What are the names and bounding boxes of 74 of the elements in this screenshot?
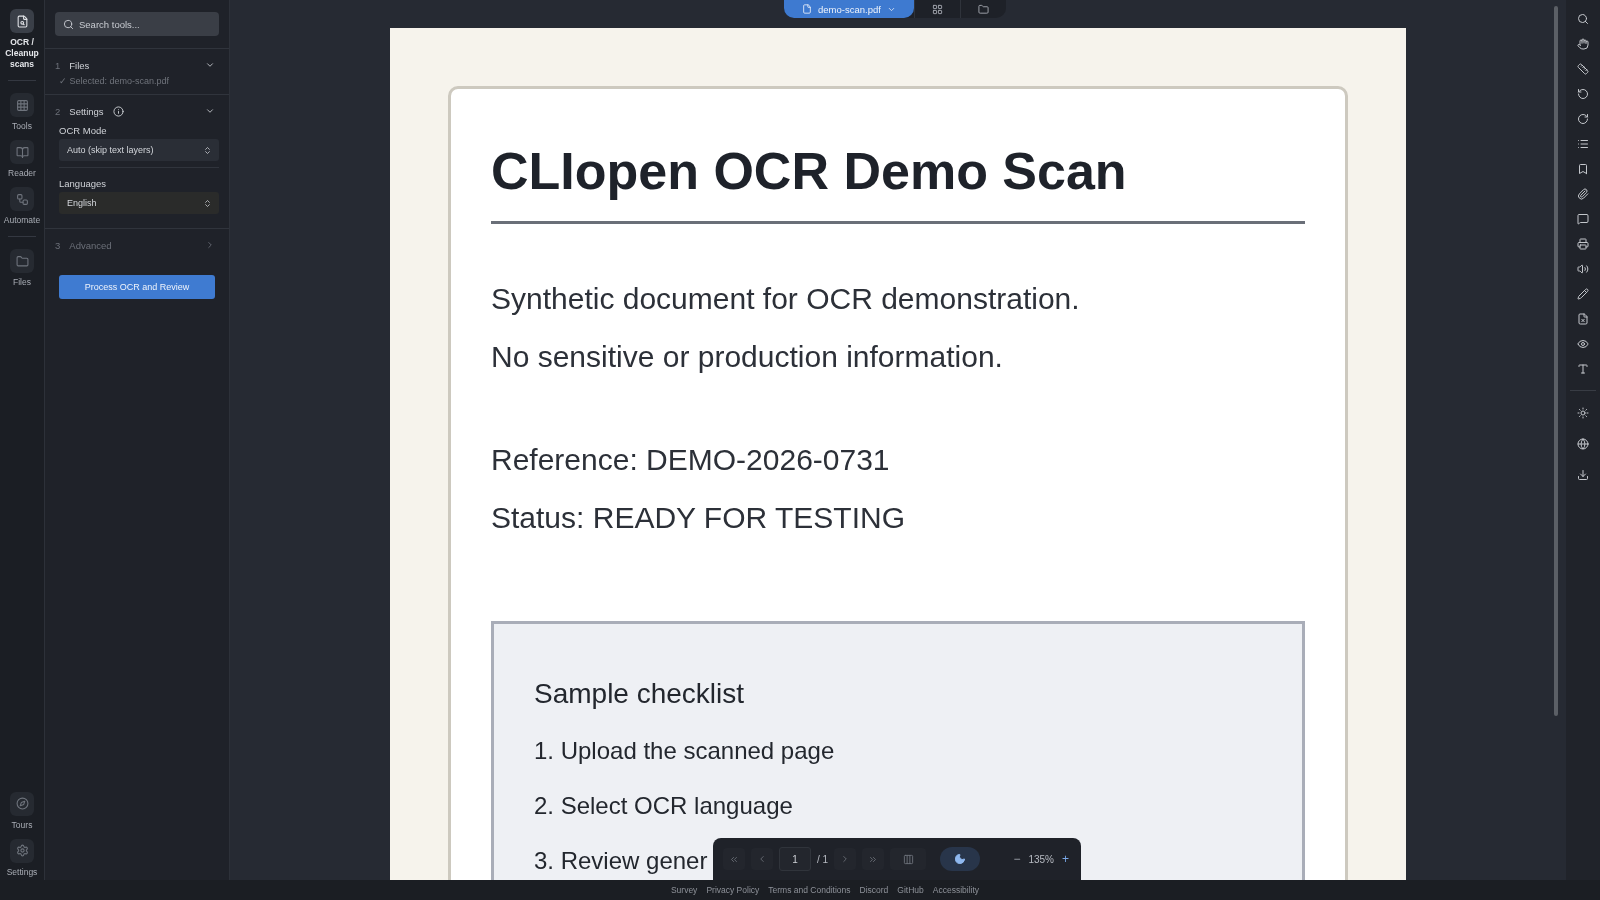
step-number: 2 [55,105,61,117]
selected-file-note: ✓ Selected: demo-scan.pdf [58,75,171,86]
info-icon[interactable] [112,105,124,117]
rail-label: Files [13,277,31,289]
select-field[interactable]: Auto (skip text layers) [59,139,219,161]
rail-item[interactable]: Settings [0,838,44,878]
folder-icon [10,249,34,274]
grid-icon [931,3,943,15]
document-line: Synthetic document for OCR demonstration. [491,282,1081,316]
step-header[interactable]: 1 Files [45,57,229,73]
compass-icon [10,791,34,816]
checklist-item: 3. Review gener [534,846,708,876]
updown-chevron-icon [203,145,212,155]
field-label: OCR Mode [58,124,108,138]
field-label: Languages [58,177,108,191]
document-field: Reference: DEMO-2026-0731 [491,443,1305,477]
checklist-item: 2. Select OCR language [534,791,793,821]
settings-icon [10,838,34,863]
step-number: 1 [55,59,61,71]
rail-label: Settings [6,866,38,878]
grid-icon [10,93,34,118]
step-header[interactable]: 2 Settings [45,103,229,119]
select-field[interactable]: English [59,192,219,214]
document-line: No sensitive or production information. [491,340,1004,374]
columns-button[interactable] [890,848,927,870]
page-count: / 1 [817,853,829,865]
checklist-item: 1. Upload the scanned page [534,736,835,766]
process-button[interactable]: Process OCR and Review [59,275,215,299]
footer-link[interactable]: Privacy Policy [706,885,760,895]
file-search-icon [10,9,34,33]
rail-label: Tools [12,121,32,133]
step-title: Files [69,59,90,71]
moon-icon [954,853,967,865]
footer-link[interactable]: Terms and Conditions [768,885,851,895]
folder-icon [977,3,989,15]
rail-item[interactable]: Tools [0,93,44,133]
rail-item[interactable]: Tours [0,791,44,831]
checklist-title: Sample checklist [534,678,746,710]
page-input[interactable]: 1 [779,847,811,871]
search-field[interactable]: Search tools... [55,12,219,36]
step-number: 3 [55,239,61,251]
chevron-down-icon [205,60,215,70]
document-title: CLIopen OCR Demo Scan [491,141,1305,224]
book-icon [10,140,34,165]
rail-label: Reader [8,168,36,180]
rail-item[interactable]: Automate [0,187,44,227]
chevron-left-icon [757,853,767,865]
footer-link[interactable]: Discord [859,885,889,895]
zoom-out-button[interactable]: − [1011,852,1023,866]
document-field: Status: READY FOR TESTING [491,501,1305,535]
search-icon [63,18,74,30]
footer-link[interactable]: GitHub [897,885,924,895]
search-placeholder: Search tools... [79,18,140,30]
rail-label: Tours [11,819,33,831]
dark-mode-button[interactable] [940,847,981,871]
file-tab[interactable]: demo-scan.pdf [784,0,914,18]
workflow-icon [10,187,34,212]
rail-label: OCR / Cleanup scans [4,37,40,71]
columns-icon [902,853,914,865]
step-title: Settings [69,105,104,117]
chevron-down-icon [205,106,215,116]
rail-item[interactable]: Files [0,249,44,289]
scrollbar[interactable] [1554,6,1558,716]
zoom-level: 135% [1028,853,1054,865]
footer-link[interactable]: Survey [670,885,698,895]
footer-link[interactable]: Accessibility [932,885,980,895]
file-icon [802,4,812,14]
chevron-right-icon [205,240,215,250]
rail-item[interactable]: OCR / Cleanup scans [0,9,44,71]
step-title: Advanced [69,239,112,251]
rail-label: Automate [3,215,41,227]
zoom-in-button[interactable]: + [1060,852,1071,866]
updown-chevron-icon [203,198,212,208]
rail-item[interactable]: Reader [0,140,44,180]
